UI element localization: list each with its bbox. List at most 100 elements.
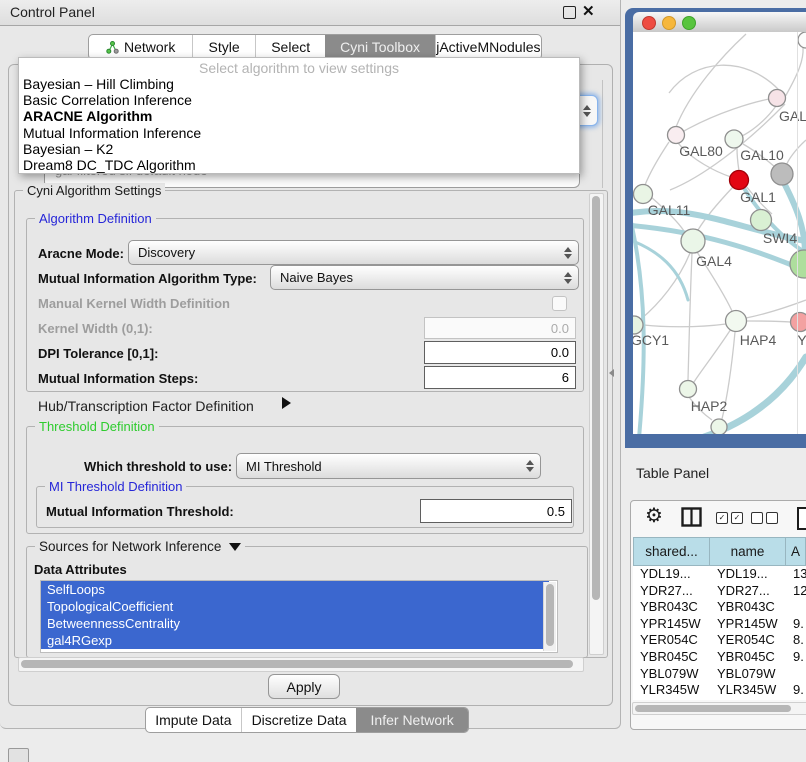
settings-hscrollbar-thumb[interactable]: [21, 660, 573, 668]
aracne-mode-value: Discovery: [138, 245, 195, 260]
close-icon[interactable]: ✕: [582, 2, 595, 20]
network-node[interactable]: [771, 163, 793, 185]
mi-steps-field[interactable]: 6: [424, 366, 576, 389]
column-header-name[interactable]: name: [710, 537, 786, 566]
corner-panel-button[interactable]: [8, 748, 29, 762]
network-node[interactable]: [769, 90, 786, 107]
attributes-scrollbar-thumb[interactable]: [546, 584, 554, 646]
algorithm-option[interactable]: Bayesian – Hill Climbing: [19, 76, 579, 92]
minimize-traffic-light[interactable]: [662, 16, 676, 30]
tab-discretize-data[interactable]: Discretize Data: [241, 708, 357, 732]
table-hscrollbar-thumb[interactable]: [635, 705, 791, 712]
algorithm-option[interactable]: Basic Correlation Inference: [19, 92, 579, 108]
table-cell: YER054C: [710, 632, 786, 649]
attribute-item[interactable]: SelfLoops: [41, 581, 549, 598]
settings-horizontal-scrollbar[interactable]: [18, 657, 584, 672]
network-node[interactable]: [725, 130, 743, 148]
algorithm-option[interactable]: Dream8 DC_TDC Algorithm: [19, 157, 579, 173]
network-edge[interactable]: [785, 47, 803, 97]
network-node[interactable]: [634, 185, 653, 204]
table-cell: YIL052C: [710, 699, 786, 700]
network-node[interactable]: [730, 171, 749, 190]
hub-definition-label[interactable]: Hub/Transcription Factor Definition: [38, 398, 254, 414]
tab-style[interactable]: Style: [192, 35, 255, 59]
table-horizontal-scrollbar[interactable]: [632, 702, 806, 715]
network-edge[interactable]: [669, 65, 779, 93]
aracne-mode-combo[interactable]: Discovery: [128, 240, 579, 265]
algorithm-option[interactable]: Mutual Information Inference: [19, 125, 579, 141]
table-row[interactable]: YDL19...YDL19...13: [633, 566, 806, 583]
tab-jactivemnodules[interactable]: jActiveMNodules: [435, 35, 541, 59]
control-panel-titlebar: Control Panel ✕: [0, 0, 620, 26]
attributes-scrollbar[interactable]: [543, 582, 556, 651]
table-row[interactable]: YPR145WYPR145W9.: [633, 616, 806, 633]
column-header-shared-name[interactable]: shared...: [633, 537, 710, 566]
network-edge[interactable]: [742, 106, 776, 136]
attribute-item[interactable]: TopologicalCoefficient: [41, 598, 549, 615]
settings-scrollbar-thumb[interactable]: [592, 196, 600, 600]
network-node[interactable]: [681, 229, 705, 253]
table-row[interactable]: YIL052CYIL052C9: [633, 699, 806, 700]
apply-button[interactable]: Apply: [268, 674, 340, 699]
network-edge[interactable]: [644, 324, 726, 327]
network-node[interactable]: [751, 210, 772, 231]
network-edge[interactable]: [688, 253, 692, 380]
tab-network[interactable]: Network: [89, 35, 192, 59]
table-row[interactable]: YDR27...YDR27...12: [633, 583, 806, 600]
attribute-item[interactable]: BetweennessCentrality: [41, 615, 549, 632]
dpi-tolerance-field[interactable]: 0.0: [424, 341, 576, 364]
combo-stepper-icon: [564, 272, 572, 284]
float-window-icon[interactable]: [563, 6, 576, 19]
algorithm-option[interactable]: ARACNE Algorithm: [19, 108, 579, 124]
network-canvas[interactable]: GALGAL80GAL10GAL1GAL11SWI4GAL4GCY1HAP4YH…: [633, 32, 806, 434]
manual-kernel-checkbox[interactable]: [552, 296, 567, 311]
data-attributes-list[interactable]: SelfLoopsTopologicalCoefficientBetweenne…: [40, 580, 558, 653]
partial-toolbar-icon[interactable]: [797, 507, 806, 530]
split-columns-icon[interactable]: [681, 507, 702, 527]
settings-vertical-scrollbar[interactable]: [589, 193, 604, 655]
deselect-all-columns-icon[interactable]: [751, 512, 778, 524]
kernel-width-field[interactable]: 0.0: [424, 317, 576, 339]
network-edge[interactable]: [676, 34, 746, 127]
mi-type-combo[interactable]: Naive Bayes: [270, 265, 579, 290]
network-node[interactable]: [790, 250, 806, 278]
network-edge[interactable]: [737, 148, 739, 171]
network-node[interactable]: [680, 381, 697, 398]
table-row[interactable]: YBR045CYBR045C9.: [633, 649, 806, 666]
table-row[interactable]: YER054CYER054C8.: [633, 632, 806, 649]
table-row[interactable]: YLR345WYLR345W9.: [633, 682, 806, 699]
network-node[interactable]: [711, 419, 727, 434]
table-row[interactable]: YBR043CYBR043C: [633, 599, 806, 616]
network-edge[interactable]: [645, 142, 669, 185]
tab-select[interactable]: Select: [255, 35, 326, 59]
attribute-item[interactable]: gal4RGexp: [41, 632, 549, 649]
select-all-columns-icon[interactable]: ✓ ✓: [716, 512, 743, 524]
algorithm-option[interactable]: Bayesian – K2: [19, 141, 579, 157]
splitter-collapse-arrow[interactable]: [609, 369, 614, 377]
mi-type-value: Naive Bayes: [280, 270, 353, 285]
close-traffic-light[interactable]: [642, 16, 656, 30]
network-window-titlebar[interactable]: [633, 12, 806, 33]
network-node[interactable]: [668, 127, 685, 144]
tab-impute-data[interactable]: Impute Data: [146, 708, 241, 732]
expand-arrow-icon[interactable]: [282, 397, 291, 409]
table-settings-gear-icon[interactable]: ⚙: [645, 506, 663, 526]
network-edge[interactable]: [786, 140, 806, 166]
network-node[interactable]: [798, 32, 806, 48]
tab-infer-network[interactable]: Infer Network: [356, 708, 468, 732]
network-edge[interactable]: [747, 321, 790, 322]
collapse-arrow-icon[interactable]: [229, 543, 241, 551]
tab-cyni-toolbox[interactable]: Cyni Toolbox: [325, 35, 434, 59]
table-rows[interactable]: YDL19...YDL19...13YDR27...YDR27...12YBR0…: [633, 566, 806, 700]
mi-threshold-group-title: MI Threshold Definition: [45, 479, 186, 494]
network-node[interactable]: [726, 311, 747, 332]
network-node[interactable]: [791, 313, 806, 332]
mi-steps-label: Mutual Information Steps:: [38, 371, 198, 386]
table-row[interactable]: YBL079WYBL079W: [633, 666, 806, 683]
zoom-traffic-light[interactable]: [682, 16, 696, 30]
network-node-label: Y: [797, 332, 806, 348]
network-edge[interactable]: [694, 329, 731, 382]
mi-threshold-field[interactable]: 0.5: [420, 499, 572, 523]
column-header-partial[interactable]: A: [786, 537, 806, 566]
which-threshold-combo[interactable]: MI Threshold: [236, 453, 541, 479]
